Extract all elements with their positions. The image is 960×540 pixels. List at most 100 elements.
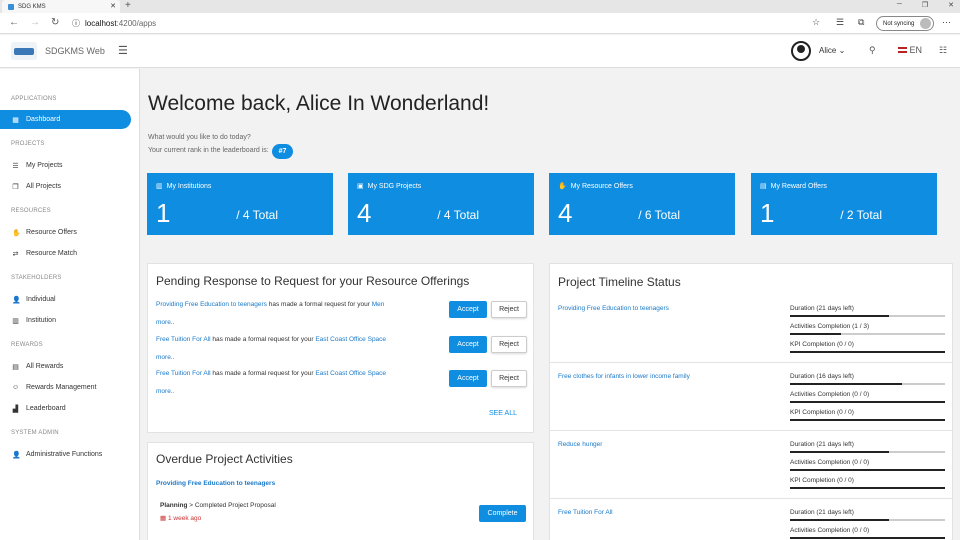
restore-icon[interactable]: ❐ <box>922 1 928 9</box>
collections-icon[interactable]: ⧉ <box>858 17 864 28</box>
new-tab-button[interactable]: + <box>125 0 131 12</box>
close-tab-icon[interactable]: ✕ <box>110 2 116 10</box>
duration-metric: Duration (21 days left) <box>790 441 945 453</box>
reject-button[interactable]: Reject <box>491 370 527 387</box>
sidebar-item-dashboard[interactable]: ▦ Dashboard <box>0 110 131 129</box>
hamburger-menu-icon[interactable]: ☰ <box>118 44 128 57</box>
kpi-metric: KPI Completion (0 / 0) <box>790 477 945 489</box>
sidebar-item-label: My Projects <box>26 162 63 169</box>
gift-icon: ▤ <box>760 183 767 190</box>
request-text: has made a formal request for your <box>266 301 372 308</box>
progress-bar <box>790 401 945 403</box>
search-icon[interactable]: ⚲ <box>869 45 876 56</box>
sidebar-item-my-projects[interactable]: ☰ My Projects <box>0 156 131 175</box>
sidebar-item-label: Leaderboard <box>26 405 66 412</box>
sidebar-item-label: Individual <box>26 296 56 303</box>
back-icon[interactable]: ← <box>9 17 19 28</box>
page-title: Welcome back, Alice In Wonderland! <box>148 92 490 115</box>
accept-button[interactable]: Accept <box>449 336 487 353</box>
favorites-list-icon[interactable]: ☰ <box>836 17 844 28</box>
browser-tab[interactable]: SDG KMS ✕ <box>2 0 120 13</box>
resource-link[interactable]: East Coast Office Space <box>315 336 386 343</box>
refresh-icon[interactable]: ↻ <box>51 17 59 28</box>
sidebar-item-institution[interactable]: ▥ Institution <box>0 311 131 330</box>
browser-tab-strip: SDG KMS ✕ + ─ ❐ ✕ <box>0 0 960 13</box>
progress-bar <box>790 469 945 471</box>
progress-bar <box>790 419 945 421</box>
complete-button[interactable]: Complete <box>479 505 526 522</box>
dashboard-icon: ▦ <box>12 116 19 124</box>
project-link[interactable]: Providing Free Education to teenagers <box>156 301 267 308</box>
metric-label: Activities Completion (0 / 0) <box>790 527 870 534</box>
card-value: 4 <box>558 198 573 228</box>
resource-link[interactable]: East Coast Office Space <box>315 370 386 377</box>
window-controls: ─ ❐ ✕ <box>897 1 954 9</box>
close-window-icon[interactable]: ✕ <box>948 1 954 9</box>
person-icon: 👤 <box>12 296 21 304</box>
sidebar-item-label: All Rewards <box>26 363 64 370</box>
url-field[interactable]: ⓘ localhost:4200/apps <box>66 16 856 31</box>
shuffle-icon: ⇄ <box>12 250 19 258</box>
timeline-project-link[interactable]: Providing Free Education to teenagers <box>558 305 669 312</box>
activities-metric: Activities Completion (0 / 0) <box>790 459 945 471</box>
more-link[interactable]: more.. <box>156 354 436 361</box>
reject-button[interactable]: Reject <box>491 301 527 318</box>
section-projects: PROJECTS <box>11 141 45 147</box>
sidebar-item-individual[interactable]: 👤 Individual <box>0 290 131 309</box>
timeline-project-link[interactable]: Free clothes for infants in lower income… <box>558 373 690 380</box>
language-selector[interactable]: EN <box>898 45 922 55</box>
request-item: Providing Free Education to teenagers ha… <box>156 301 436 308</box>
project-timeline-panel: Project Timeline Status Providing Free E… <box>549 263 953 540</box>
activities-metric: Activities Completion (1 / 3) <box>790 323 945 335</box>
minimize-icon[interactable]: ─ <box>897 1 902 9</box>
sidebar-item-rewards-management[interactable]: ☺ Rewards Management <box>0 378 131 397</box>
calendar-icon: ▦ <box>160 515 167 522</box>
card-my-sdg-projects[interactable]: ▣ My SDG Projects 4 / 4 Total <box>348 173 534 235</box>
panel-title: Project Timeline Status <box>558 275 681 289</box>
more-link[interactable]: more.. <box>156 388 436 395</box>
more-menu-icon[interactable]: ⋯ <box>942 17 951 28</box>
list-icon: ☰ <box>12 162 19 170</box>
time-label: 1 week ago <box>167 515 202 522</box>
card-my-resource-offers[interactable]: ✋ My Resource Offers 4 / 6 Total <box>549 173 735 235</box>
section-resources: RESOURCES <box>11 208 51 214</box>
pending-requests-panel: Pending Response to Request for your Res… <box>147 263 534 433</box>
timeline-project-link[interactable]: Free Tuition For All <box>558 509 613 516</box>
project-link[interactable]: Free Tuition For All <box>156 336 211 343</box>
accept-button[interactable]: Accept <box>449 370 487 387</box>
card-title: My Reward Offers <box>770 182 827 190</box>
project-link[interactable]: Free Tuition For All <box>156 370 211 377</box>
overdue-project-link[interactable]: Providing Free Education to teenagers <box>156 480 436 487</box>
sidebar-item-leaderboard[interactable]: ▟ Leaderboard <box>0 399 131 418</box>
forward-icon[interactable]: → <box>30 17 40 28</box>
more-link[interactable]: more.. <box>156 319 436 326</box>
progress-bar <box>790 383 945 385</box>
rank-badge[interactable]: #7 <box>272 144 293 159</box>
sidebar-item-resource-match[interactable]: ⇄ Resource Match <box>0 244 131 263</box>
reject-button[interactable]: Reject <box>491 336 527 353</box>
sync-button[interactable]: Not syncing <box>876 16 934 31</box>
sidebar-item-all-rewards[interactable]: ▤ All Rewards <box>0 357 131 376</box>
duration-metric: Duration (21 days left) <box>790 305 945 317</box>
list-menu-icon[interactable]: ☷ <box>939 45 947 56</box>
user-menu[interactable]: Alice ⌄ <box>819 46 845 55</box>
sidebar-item-resource-offers[interactable]: ✋ Resource Offers <box>0 223 131 242</box>
profile-avatar <box>920 18 931 29</box>
see-all-link[interactable]: SEE ALL <box>489 410 517 417</box>
accept-button[interactable]: Accept <box>449 301 487 318</box>
card-my-institutions[interactable]: ▥ My Institutions 1 / 4 Total <box>147 173 333 235</box>
copy-icon: ❐ <box>12 183 19 191</box>
sidebar-item-all-projects[interactable]: ❐ All Projects <box>0 177 131 196</box>
resource-link[interactable]: Men <box>372 301 385 308</box>
sidebar-item-administrative-functions[interactable]: 👤 Administrative Functions <box>0 445 131 464</box>
favorite-star-icon[interactable]: ☆ <box>812 17 820 28</box>
card-my-reward-offers[interactable]: ▤ My Reward Offers 1 / 2 Total <box>751 173 937 235</box>
timeline-project-link[interactable]: Reduce hunger <box>558 441 602 448</box>
metric-label: Duration (21 days left) <box>790 509 854 516</box>
sidebar-item-label: Dashboard <box>26 116 61 123</box>
card-value: 1 <box>156 198 171 228</box>
request-item: Free Tuition For All has made a formal r… <box>156 370 436 377</box>
user-avatar-icon[interactable] <box>791 41 811 61</box>
section-rewards: REWARDS <box>11 342 43 348</box>
panel-title: Overdue Project Activities <box>156 452 293 466</box>
